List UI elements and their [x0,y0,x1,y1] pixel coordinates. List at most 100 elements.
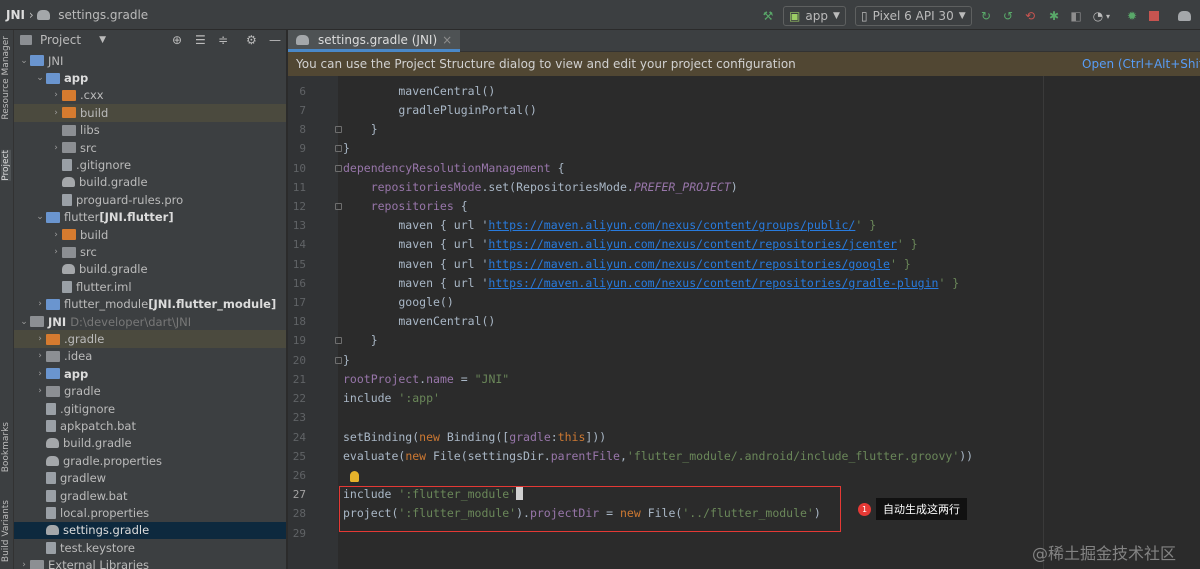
chevron-right-icon[interactable]: › [50,230,62,240]
stop-icon[interactable] [1146,6,1162,26]
url-link[interactable]: https://maven.aliyun.com/nexus/content/g… [488,218,855,232]
tree-item[interactable]: › src [14,139,286,156]
tree-item[interactable]: ⌄ flutter [JNI.flutter] [14,209,286,226]
chevron-down-icon[interactable]: ▼ [99,35,106,45]
tree-item[interactable]: gradlew [14,470,286,487]
tree-item[interactable]: › gradle [14,383,286,400]
minimize-icon[interactable]: — [269,33,281,47]
tree-item[interactable]: proguard-rules.pro [14,191,286,208]
url-link[interactable]: https://maven.aliyun.com/nexus/content/r… [488,237,897,251]
open-project-structure-link[interactable]: Open (Ctrl+Alt+Shift+S [1082,57,1200,71]
tree-item-label: .gitignore [60,401,116,416]
debug-icon[interactable]: ✱ [1046,6,1062,26]
chevron-right-icon[interactable]: › [34,334,46,344]
annotation-callout: 自动生成这两行 [876,498,967,520]
tree-item[interactable]: ⌄ JNI [14,52,286,69]
tree-item-label: flutter [64,210,100,225]
chevron-right-icon[interactable]: › [50,108,62,118]
chevron-right-icon[interactable]: › [34,386,46,396]
tree-item[interactable]: ⌄ app [14,69,286,86]
tree-item[interactable]: test.keystore [14,539,286,556]
left-tool-strip: Resource Manager Project Bookmarks Build… [0,30,14,569]
tree-item[interactable]: gradle.properties [14,452,286,469]
tree-item[interactable]: › flutter_module [JNI.flutter_module] [14,296,286,313]
profile-icon[interactable]: ◧ [1068,6,1084,26]
bug-icon[interactable]: ✹ [1124,6,1140,26]
resource-manager-tab[interactable]: Resource Manager [1,36,11,120]
line-number: 20 [292,354,306,367]
url-link[interactable]: https://maven.aliyun.com/nexus/content/r… [488,257,890,271]
apply-changes-icon[interactable]: ↻ [978,6,994,26]
hammer-icon[interactable]: ⚒ [760,6,776,26]
line-number: 12 [292,200,306,213]
fold-marker-icon[interactable] [335,203,342,210]
tree-item[interactable]: flutter.iml [14,278,286,295]
tree-item[interactable]: .gitignore [14,156,286,173]
tree-item-module: [JNI.flutter] [99,210,174,225]
project-tool-tab[interactable]: Project [1,150,11,181]
tree-item[interactable]: .gitignore [14,400,286,417]
tree-item[interactable]: build.gradle [14,435,286,452]
tree-item[interactable]: › build [14,226,286,243]
tree-item[interactable]: build.gradle [14,261,286,278]
tree-item[interactable]: build.gradle [14,174,286,191]
chevron-right-icon[interactable]: › [50,247,62,257]
fold-marker-icon[interactable] [335,165,342,172]
fold-marker-icon[interactable] [335,126,342,133]
chevron-right-icon[interactable]: › [34,369,46,379]
tree-item[interactable]: apkpatch.bat [14,417,286,434]
project-pane: Project ▼ ⊕ ☰ ≑ ⚙ — ⌄ JNI ⌄ app › .cxx › build l… [14,30,287,569]
device-select[interactable]: ▯ Pixel 6 API 30 ▼ [855,6,972,26]
chevron-right-icon[interactable]: › [50,90,62,100]
run-config-select[interactable]: ▣ app ▼ [783,6,846,26]
tree-item[interactable]: › .idea [14,348,286,365]
fold-marker-icon[interactable] [335,337,342,344]
folder-icon [62,124,76,136]
chevron-down-icon[interactable]: ⌄ [34,212,46,222]
expand-all-icon[interactable]: ☰ [195,33,206,47]
fold-marker-icon[interactable] [335,145,342,152]
file-icon [46,402,56,415]
collapse-all-icon[interactable]: ≑ [218,33,228,47]
attach-debugger-icon[interactable]: ◔ ▾ [1090,6,1110,26]
locate-icon[interactable]: ⊕ [172,33,182,47]
line-number: 24 [292,431,306,444]
tree-item[interactable]: gradlew.bat [14,487,286,504]
tree-item[interactable]: › build [14,104,286,122]
tree-item[interactable]: libs [14,122,286,139]
tree-item[interactable]: ⌄ JNI D:\developer\dart\JNI [14,313,286,330]
restart-icon[interactable]: ⟲ [1022,6,1038,26]
tree-item[interactable]: › .gradle [14,330,286,348]
tree-item[interactable]: local.properties [14,504,286,521]
gradle-elephant-icon[interactable] [1178,6,1195,26]
tree-item[interactable]: › app [14,365,286,382]
tree-item[interactable]: › .cxx [14,87,286,104]
close-icon[interactable]: × [442,33,452,47]
breadcrumb-file[interactable]: settings.gradle [58,8,148,22]
apply-code-changes-icon[interactable]: ↺ [1000,6,1016,26]
chevron-down-icon[interactable]: ⌄ [18,56,30,66]
line-number: 18 [292,315,306,328]
tree-item[interactable]: › External Libraries [14,557,286,569]
tree-item[interactable]: › src [14,243,286,260]
bookmarks-tab[interactable]: Bookmarks [1,422,11,472]
gear-icon[interactable]: ⚙ [246,33,257,47]
lightbulb-icon[interactable] [350,471,359,482]
breadcrumb-project[interactable]: JNI [6,8,25,22]
build-variants-tab[interactable]: Build Variants [1,500,11,562]
chevron-down-icon[interactable]: ⌄ [34,73,46,83]
file-icon [46,420,56,433]
project-view-label[interactable]: Project [40,33,81,47]
chevron-right-icon[interactable]: › [34,299,46,309]
chevron-right-icon[interactable]: › [34,351,46,361]
folder-icon [62,107,76,119]
tree-item[interactable]: settings.gradle [14,521,286,540]
fold-marker-icon[interactable] [335,357,342,364]
tree-item-label: src [80,140,97,155]
chevron-right-icon[interactable]: › [18,560,30,569]
url-link[interactable]: https://maven.aliyun.com/nexus/content/r… [488,276,938,290]
file-icon [46,541,56,554]
chevron-down-icon[interactable]: ⌄ [18,317,30,327]
chevron-right-icon[interactable]: › [50,143,62,153]
tab-settings-gradle[interactable]: settings.gradle (JNI) × [288,30,461,52]
